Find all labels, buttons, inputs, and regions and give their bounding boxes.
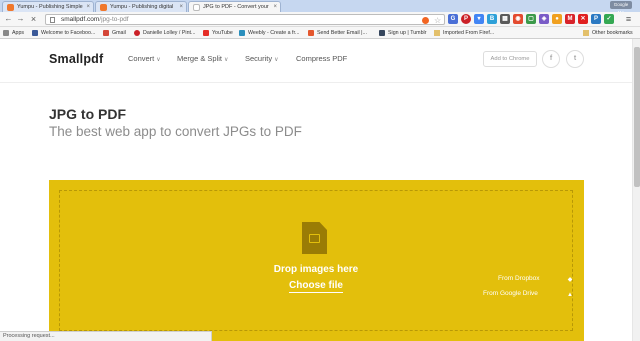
address-bar[interactable]: smallpdf.com/jpg-to-pdf ☆ bbox=[45, 14, 445, 25]
extension-icon[interactable]: ● bbox=[552, 14, 562, 24]
page-subtitle: The best web app to convert JPGs to PDF bbox=[49, 124, 302, 139]
email-icon bbox=[308, 30, 314, 36]
extension-icon[interactable]: ✓ bbox=[604, 14, 614, 24]
tab-yumpu-2[interactable]: Yumpu - Publishing digital × bbox=[95, 1, 187, 12]
dropbox-icon: ◆ bbox=[567, 277, 573, 283]
choose-file-button[interactable]: Choose file bbox=[270, 280, 362, 293]
loading-favicon-icon bbox=[193, 4, 200, 11]
scrollbar-thumb[interactable] bbox=[634, 47, 640, 187]
yumpu-favicon-icon bbox=[100, 4, 107, 11]
page-content: Smallpdf Convert ∨ Merge & Split ∨ Securit… bbox=[0, 39, 632, 341]
tab-label: JPG to PDF - Convert your bbox=[203, 4, 269, 10]
tab-label: Yumpu - Publishing digital bbox=[110, 4, 174, 10]
status-bar: Processing request... bbox=[0, 331, 212, 341]
yumpu-favicon-icon bbox=[7, 4, 14, 11]
folder-icon bbox=[583, 30, 589, 36]
apps-icon bbox=[3, 30, 9, 36]
smallpdf-logo[interactable]: Smallpdf bbox=[49, 52, 103, 66]
nav-merge-split[interactable]: Merge & Split ∨ bbox=[177, 54, 228, 63]
drop-zone-border bbox=[59, 190, 573, 331]
drop-zone[interactable] bbox=[49, 180, 584, 341]
star-icon[interactable]: ☆ bbox=[434, 17, 441, 25]
chevron-down-icon: ∨ bbox=[274, 57, 279, 63]
page-title: JPG to PDF bbox=[49, 106, 127, 122]
extension-icon[interactable]: ✕ bbox=[578, 14, 588, 24]
chevron-down-icon: ∨ bbox=[156, 57, 161, 63]
url-text: smallpdf.com/jpg-to-pdf bbox=[61, 16, 129, 23]
extension-icon[interactable]: ▦ bbox=[500, 14, 510, 24]
from-google-drive-link[interactable]: From Google Drive bbox=[483, 290, 538, 297]
bookmark-gmail[interactable]: Gmail bbox=[103, 28, 126, 38]
tab-strip: Yumpu - Publishing Simple × Yumpu - Publ… bbox=[0, 0, 640, 15]
page-icon bbox=[50, 17, 55, 23]
chevron-down-icon: ∨ bbox=[224, 57, 229, 63]
page-scrollbar[interactable] bbox=[632, 39, 640, 341]
forward-arrow-icon[interactable]: → bbox=[16, 14, 25, 24]
nav-compress-pdf[interactable]: Compress PDF bbox=[296, 54, 347, 63]
bookmark-pinterest[interactable]: Danielle Lolley / Pint... bbox=[134, 28, 195, 38]
bookmark-tumblr[interactable]: Sign up | Tumblr bbox=[379, 28, 426, 38]
google-drive-icon: ▲ bbox=[567, 292, 573, 298]
bookmark-facebook[interactable]: Welcome to Faceboo... bbox=[32, 28, 95, 38]
tab-smallpdf[interactable]: JPG to PDF - Convert your × bbox=[188, 1, 281, 12]
folder-icon bbox=[434, 30, 440, 36]
profile-badge[interactable]: Google MA bbox=[610, 1, 632, 15]
from-dropbox-link[interactable]: From Dropbox bbox=[498, 275, 540, 282]
tumblr-icon bbox=[379, 30, 385, 36]
extension-icon[interactable]: ◈ bbox=[539, 14, 549, 24]
extension-icon[interactable]: P bbox=[591, 14, 601, 24]
extension-icon[interactable]: ▾ bbox=[474, 14, 484, 24]
extension-icon[interactable]: M bbox=[565, 14, 575, 24]
youtube-icon bbox=[203, 30, 209, 36]
nav-security[interactable]: Security ∨ bbox=[245, 54, 279, 63]
add-to-chrome-button[interactable]: Add to Chrome bbox=[483, 51, 537, 67]
picture-icon bbox=[309, 234, 320, 243]
weebly-icon bbox=[239, 30, 245, 36]
bookmark-send-better-email[interactable]: Send Better Email |... bbox=[308, 28, 367, 38]
tab-label: Yumpu - Publishing Simple bbox=[17, 4, 83, 10]
nav-convert[interactable]: Convert ∨ bbox=[128, 54, 161, 63]
bookmark-weebly[interactable]: Weebly - Create a fr... bbox=[239, 28, 299, 38]
bookmark-youtube[interactable]: YouTube bbox=[203, 28, 233, 38]
drop-images-label: Drop images here bbox=[273, 264, 359, 275]
close-icon[interactable]: × bbox=[86, 2, 90, 12]
facebook-share-button[interactable]: f bbox=[542, 50, 560, 68]
bookmark-folder-other[interactable]: Other bookmarks bbox=[583, 28, 633, 38]
stop-icon[interactable]: × bbox=[29, 14, 38, 24]
pinterest-icon[interactable]: P bbox=[461, 14, 471, 24]
twitter-share-button[interactable]: t bbox=[566, 50, 584, 68]
pinterest-icon bbox=[134, 30, 140, 36]
facebook-icon bbox=[32, 30, 38, 36]
extension-icon[interactable] bbox=[422, 17, 429, 24]
bookmark-apps[interactable]: Apps bbox=[3, 28, 24, 38]
close-icon[interactable]: × bbox=[179, 2, 183, 12]
extension-icon[interactable]: ◉ bbox=[513, 14, 523, 24]
back-arrow-icon[interactable]: ← bbox=[4, 14, 13, 24]
translate-icon[interactable]: G bbox=[448, 14, 458, 24]
browser-toolbar: ← → × smallpdf.com/jpg-to-pdf ☆ G P ▾ B … bbox=[0, 12, 640, 27]
tab-yumpu-1[interactable]: Yumpu - Publishing Simple × bbox=[2, 1, 94, 12]
extension-icon[interactable]: ▢ bbox=[526, 14, 536, 24]
site-header: Smallpdf Convert ∨ Merge & Split ∨ Securit… bbox=[0, 39, 632, 83]
extension-icon[interactable]: B bbox=[487, 14, 497, 24]
close-icon[interactable]: × bbox=[273, 2, 277, 12]
google-icon bbox=[103, 30, 109, 36]
bookmark-folder-imported[interactable]: Imported From Firef... bbox=[434, 28, 494, 38]
menu-icon[interactable]: ≡ bbox=[624, 14, 633, 24]
bookmarks-bar: Apps Welcome to Faceboo... Gmail Daniell… bbox=[0, 27, 640, 39]
